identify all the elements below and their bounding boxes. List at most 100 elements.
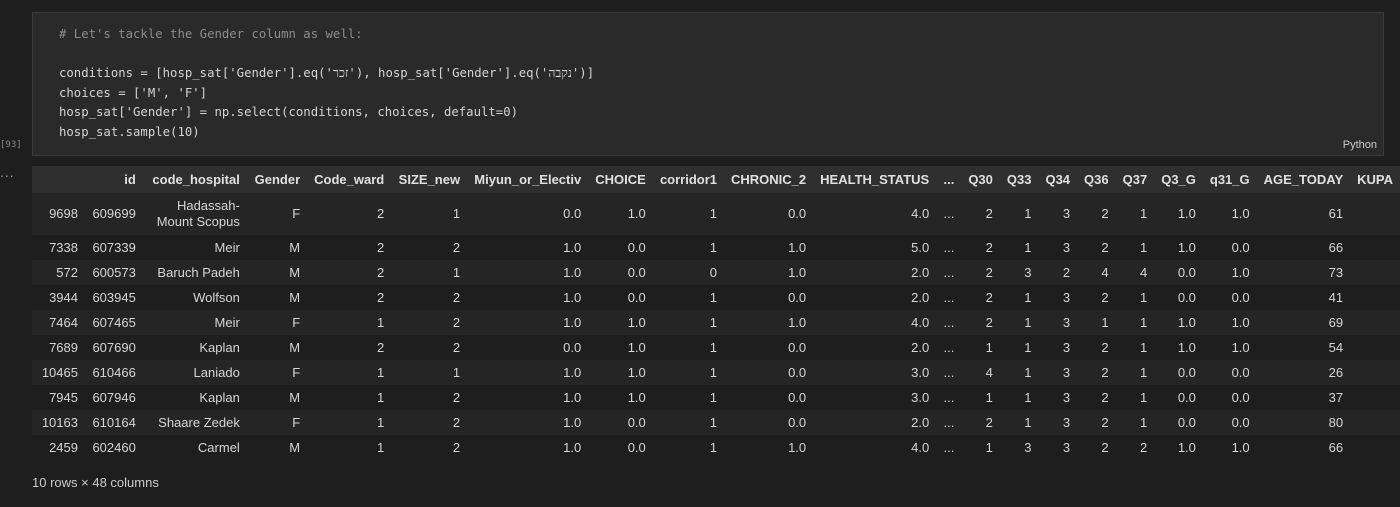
table-cell: 1 <box>999 335 1039 360</box>
table-cell: 4 <box>1115 260 1155 285</box>
table-cell: 0 <box>652 260 725 285</box>
table-cell: 73 <box>1256 260 1351 285</box>
table-row: 2459 602460 Carmel M 1 2 1.0 0.0 1 1.0 4.0... 1 3 3 2 2… <box>32 435 1400 460</box>
table-cell: 66 <box>1256 435 1351 460</box>
code-line-choices: choices = ['M', 'F'] <box>59 85 208 100</box>
column-header: SIZE_new <box>391 166 468 193</box>
table-cell: 1 <box>1115 235 1155 260</box>
code-cell[interactable]: # Let's tackle the Gender column as well… <box>32 12 1384 156</box>
table-cell: ... <box>936 260 962 285</box>
table-cell: 1.0 <box>588 360 653 385</box>
table-cell: 1 <box>961 385 1000 410</box>
table-cell: 1 <box>999 385 1039 410</box>
table-cell: 602460 <box>84 435 143 460</box>
table-cell <box>1350 360 1400 385</box>
table-cell: 1 <box>999 310 1039 335</box>
table-cell: M <box>246 435 308 460</box>
output-menu-ellipsis[interactable]: ... <box>0 164 15 180</box>
table-cell: 4.0 <box>813 193 937 235</box>
table-body: 9698 609699 Hadassah-Mount Scopus F 2 1 0.0 1.0… <box>32 193 1400 460</box>
table-cell: 607946 <box>84 385 143 410</box>
table-cell: F <box>246 310 308 335</box>
table-cell: 1 <box>999 193 1039 235</box>
table-cell: 2.0 <box>813 285 937 310</box>
row-index: 10163 <box>32 410 85 435</box>
table-cell: 0.0 <box>1202 385 1257 410</box>
table-row: 7945 607946 Kaplan M 1 2 1.0 1.0 1 0.0 3.0... 1 1 3 2 1… <box>32 385 1400 410</box>
table-cell: 2 <box>1077 435 1116 460</box>
table-cell: 1.0 <box>588 193 653 235</box>
table-shape-footer: 10 rows × 48 columns <box>32 475 159 490</box>
table-cell: 2 <box>961 285 1000 310</box>
table-cell: 4.0 <box>813 435 937 460</box>
table-cell: 609699 <box>84 193 143 235</box>
table-cell <box>1350 335 1400 360</box>
table-cell: 1 <box>307 360 392 385</box>
column-header: Miyun_or_Electiv <box>467 166 589 193</box>
table-cell: 2 <box>391 335 468 360</box>
table-cell: ... <box>936 410 962 435</box>
table-cell: 1.0 <box>1154 310 1203 335</box>
table-cell: 1 <box>307 435 392 460</box>
table-cell: 1 <box>307 310 392 335</box>
table-cell: M <box>246 285 308 310</box>
table-cell: 54 <box>1256 335 1351 360</box>
table-cell: 607339 <box>84 235 143 260</box>
table-cell: 3 <box>1038 385 1078 410</box>
table-cell: 1.0 <box>467 310 589 335</box>
table-cell: 1 <box>961 335 1000 360</box>
table-cell: 2 <box>961 260 1000 285</box>
table-cell: 600573 <box>84 260 143 285</box>
row-index: 7338 <box>32 235 85 260</box>
index-header <box>32 166 85 193</box>
table-cell: ... <box>936 310 962 335</box>
table-cell: 4 <box>1077 260 1116 285</box>
table-cell: 1.0 <box>1154 435 1203 460</box>
table-cell: 2.0 <box>813 410 937 435</box>
table-cell: M <box>246 335 308 360</box>
table-cell: 3 <box>999 260 1039 285</box>
table-cell: Kaplan <box>142 335 247 360</box>
table-cell: 1 <box>1115 335 1155 360</box>
column-header: id <box>84 166 143 193</box>
column-header: Q36 <box>1077 166 1116 193</box>
column-header: CHOICE <box>588 166 653 193</box>
table-cell: 3 <box>1038 410 1078 435</box>
table-cell: Shaare Zedek <box>142 410 247 435</box>
table-cell: 2 <box>961 235 1000 260</box>
table-cell: F <box>246 360 308 385</box>
column-header: HEALTH_STATUS <box>813 166 937 193</box>
table-cell: 3 <box>1038 310 1078 335</box>
table-cell: 1.0 <box>1202 260 1257 285</box>
table-cell: 0.0 <box>724 335 814 360</box>
table-cell: 0.0 <box>724 285 814 310</box>
code-editor[interactable]: # Let's tackle the Gender column as well… <box>59 25 594 142</box>
table-cell: 2.0 <box>813 335 937 360</box>
table-cell <box>1350 285 1400 310</box>
table-cell: Kaplan <box>142 385 247 410</box>
table-cell: 1.0 <box>588 335 653 360</box>
table-cell: 1.0 <box>1202 335 1257 360</box>
table-cell: 80 <box>1256 410 1351 435</box>
header-row: id code_hospital Gender Code_ward SIZE_new Mi… <box>32 166 1400 193</box>
table-cell: 0.0 <box>588 235 653 260</box>
table-cell: ... <box>936 360 962 385</box>
table-cell: Wolfson <box>142 285 247 310</box>
table-cell: 1 <box>999 410 1039 435</box>
table-cell: Baruch Padeh <box>142 260 247 285</box>
table-cell: 1.0 <box>588 385 653 410</box>
table-cell: 0.0 <box>588 435 653 460</box>
language-label[interactable]: Python <box>1343 139 1377 151</box>
column-header: Code_ward <box>307 166 392 193</box>
table-cell: 2 <box>391 310 468 335</box>
table-cell: 69 <box>1256 310 1351 335</box>
table-cell: 1.0 <box>1154 235 1203 260</box>
table-cell: 2 <box>307 260 392 285</box>
table-cell: 41 <box>1256 285 1351 310</box>
table-cell: 2 <box>1077 385 1116 410</box>
column-header: q31_G <box>1202 166 1257 193</box>
table-row: 3944 603945 Wolfson M 2 2 1.0 0.0 1 0.0 2.0... 2 1 3 2… <box>32 285 1400 310</box>
table-cell: 2 <box>307 193 392 235</box>
column-header: Q3_G <box>1154 166 1203 193</box>
table-cell: 1.0 <box>467 360 589 385</box>
